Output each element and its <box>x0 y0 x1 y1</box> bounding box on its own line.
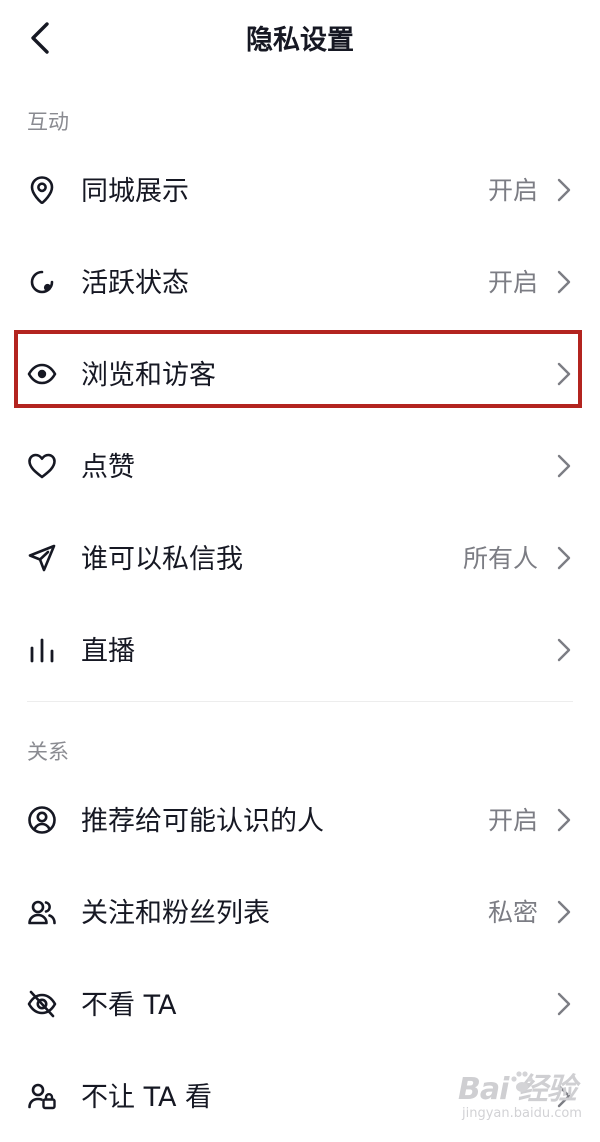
row-recommend-to-acquaintances[interactable]: 推荐给可能认识的人 开启 <box>0 774 600 866</box>
row-label: 不让 TA 看 <box>81 1082 213 1113</box>
row-live-stream[interactable]: 直播 <box>0 604 600 696</box>
chevron-right-icon <box>557 992 571 1016</box>
eye-slash-icon <box>26 988 58 1020</box>
row-value: 所有人 <box>462 544 538 573</box>
row-nearby-display[interactable]: 同城展示 开启 <box>0 144 600 236</box>
paper-plane-icon <box>26 542 58 574</box>
chevron-right-icon <box>557 178 571 202</box>
chevron-right-icon <box>557 270 571 294</box>
users-icon <box>26 896 58 928</box>
active-status-icon <box>26 266 58 298</box>
heart-icon <box>26 450 58 482</box>
chevron-right-icon <box>557 808 571 832</box>
row-who-can-message-me[interactable]: 谁可以私信我 所有人 <box>0 512 600 604</box>
row-label: 推荐给可能认识的人 <box>81 806 324 837</box>
row-value: 开启 <box>487 268 538 297</box>
chevron-right-icon <box>557 454 571 478</box>
row-label: 不看 TA <box>81 990 177 1021</box>
location-pin-icon <box>26 174 58 206</box>
row-value: 开启 <box>487 806 538 835</box>
baidu-jingyan-watermark: Bai 经验 jingyan.baidu.com <box>458 1064 598 1130</box>
row-label: 点赞 <box>81 452 135 483</box>
highlight-annotation-box <box>14 330 582 408</box>
user-circle-icon <box>26 804 58 836</box>
section-divider <box>27 701 573 702</box>
row-value: 私密 <box>487 898 538 927</box>
user-lock-icon <box>26 1080 58 1112</box>
row-active-status[interactable]: 活跃状态 开启 <box>0 236 600 328</box>
row-likes[interactable]: 点赞 <box>0 420 600 512</box>
live-bars-icon <box>26 634 58 666</box>
row-following-and-followers[interactable]: 关注和粉丝列表 私密 <box>0 866 600 958</box>
section-label-interaction: 互动 <box>27 110 69 134</box>
row-value: 开启 <box>487 176 538 205</box>
section-label-relations: 关系 <box>27 740 69 764</box>
nav-bar: 隐私设置 <box>0 0 600 76</box>
row-label: 同城展示 <box>81 176 189 207</box>
chevron-right-icon <box>557 900 571 924</box>
paw-icon <box>511 1071 533 1092</box>
chevron-right-icon <box>557 638 571 662</box>
chevron-right-icon <box>557 546 571 570</box>
row-label: 活跃状态 <box>81 268 189 299</box>
row-label: 谁可以私信我 <box>81 544 243 575</box>
row-label: 关注和粉丝列表 <box>81 898 270 929</box>
page-title: 隐私设置 <box>246 25 354 56</box>
row-hide-their-posts[interactable]: 不看 TA <box>0 958 600 1050</box>
row-label: 直播 <box>81 636 135 667</box>
watermark-url: jingyan.baidu.com <box>462 1106 582 1121</box>
